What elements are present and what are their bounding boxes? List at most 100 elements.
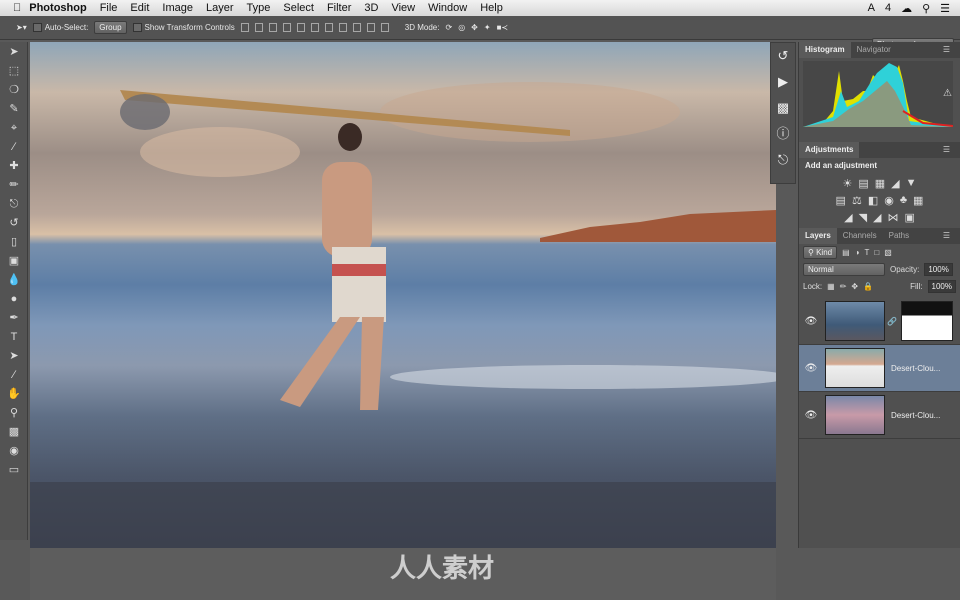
list-icon[interactable]: ☰ bbox=[940, 2, 950, 15]
exposure-icon[interactable]: ◢ bbox=[891, 177, 899, 190]
3d-roll-icon[interactable]: ◎ bbox=[458, 23, 465, 32]
filter-adjustment-icon[interactable]: ◑ bbox=[855, 248, 860, 257]
menu-file[interactable]: File bbox=[100, 2, 118, 14]
align-bottom-icon[interactable] bbox=[268, 23, 277, 32]
actions-play-icon[interactable]: ▶ bbox=[771, 69, 795, 95]
auto-select-checkbox[interactable]: Auto-Select: bbox=[32, 23, 88, 33]
layer-row[interactable]: 👁 Desert-Clou... bbox=[799, 392, 960, 439]
align-hcenter-icon[interactable] bbox=[296, 23, 305, 32]
eye-icon[interactable]: 👁 bbox=[799, 363, 823, 374]
align-right-icon[interactable] bbox=[310, 23, 319, 32]
gradient-tool-icon[interactable]: ▣ bbox=[4, 253, 24, 270]
filter-type-icon[interactable]: T bbox=[865, 248, 870, 257]
tab-navigator[interactable]: Navigator bbox=[851, 42, 897, 58]
menu-3d[interactable]: 3D bbox=[364, 2, 378, 14]
eye-icon[interactable]: 👁 bbox=[799, 410, 823, 421]
align-left-icon[interactable] bbox=[282, 23, 291, 32]
tab-adjustments[interactable]: Adjustments bbox=[799, 142, 860, 158]
selective-color-icon[interactable]: ⋈ bbox=[888, 211, 899, 224]
tab-layers[interactable]: Layers bbox=[799, 228, 837, 244]
menu-image[interactable]: Image bbox=[162, 2, 193, 14]
invert-icon[interactable]: ◢ bbox=[844, 211, 852, 224]
blend-mode-dropdown[interactable]: Normal bbox=[803, 263, 885, 276]
link-icon[interactable]: 🔗 bbox=[887, 317, 897, 326]
color-swatches-icon[interactable]: ▩ bbox=[4, 424, 24, 441]
panel-menu-icon[interactable]: ☰ bbox=[937, 42, 956, 58]
filter-smart-icon[interactable]: ▧ bbox=[884, 248, 892, 257]
history-brush-icon[interactable]: ↺ bbox=[4, 215, 24, 232]
menu-help[interactable]: Help bbox=[480, 2, 503, 14]
layer-name[interactable]: Desert-Clou... bbox=[891, 364, 940, 373]
properties-icon[interactable]: ▩ bbox=[771, 95, 795, 121]
quick-select-tool-icon[interactable]: ✎ bbox=[4, 101, 24, 118]
distribute-icon[interactable] bbox=[338, 23, 347, 32]
show-transform-checkbox[interactable]: Show Transform Controls bbox=[132, 23, 235, 33]
distribute-icon[interactable] bbox=[366, 23, 375, 32]
3d-slide-icon[interactable]: ✦ bbox=[484, 23, 491, 32]
apple-icon[interactable]:  bbox=[13, 2, 21, 14]
filter-shape-icon[interactable]: □ bbox=[874, 248, 879, 257]
marquee-tool-icon[interactable]: ⬚ bbox=[4, 63, 24, 80]
vibrance-icon[interactable]: ▼ bbox=[906, 177, 917, 190]
eyedropper-tool-icon[interactable]: ∕ bbox=[4, 139, 24, 156]
screen-mode-icon[interactable]: ▭ bbox=[4, 462, 24, 479]
menu-filter[interactable]: Filter bbox=[327, 2, 351, 14]
3d-pan-icon[interactable]: ✥ bbox=[471, 23, 478, 32]
menu-app[interactable]: Photoshop bbox=[29, 2, 86, 14]
pen-tool-icon[interactable]: ✒ bbox=[4, 310, 24, 327]
line-tool-icon[interactable]: ∕ bbox=[4, 367, 24, 384]
gradient-map-icon[interactable]: ▣ bbox=[905, 211, 915, 224]
threshold-icon[interactable]: ◢ bbox=[873, 211, 881, 224]
lock-pixels-icon[interactable]: ✏ bbox=[840, 282, 847, 291]
adobe-icon[interactable]: A bbox=[868, 2, 875, 15]
align-vcenter-icon[interactable] bbox=[254, 23, 263, 32]
warning-icon[interactable]: ⚠ bbox=[943, 88, 952, 99]
lock-position-icon[interactable]: ✥ bbox=[851, 282, 858, 291]
dodge-tool-icon[interactable]: ● bbox=[4, 291, 24, 308]
menu-select[interactable]: Select bbox=[283, 2, 314, 14]
document-canvas[interactable] bbox=[30, 42, 776, 548]
healing-tool-icon[interactable]: ✚ bbox=[4, 158, 24, 175]
eraser-tool-icon[interactable]: ▯ bbox=[4, 234, 24, 251]
menu-edit[interactable]: Edit bbox=[130, 2, 149, 14]
kind-filter-dropdown[interactable]: ⚲ Kind bbox=[803, 246, 838, 259]
hand-tool-icon[interactable]: ✋ bbox=[4, 386, 24, 403]
hue-saturation-icon[interactable]: ▤ bbox=[836, 194, 846, 207]
zoom-tool-icon[interactable]: ⚲ bbox=[4, 405, 24, 422]
opacity-input[interactable]: 100% bbox=[924, 263, 953, 276]
menu-window[interactable]: Window bbox=[428, 2, 467, 14]
layer-name[interactable]: Desert-Clou... bbox=[891, 411, 940, 420]
levels-icon[interactable]: ▤ bbox=[858, 177, 868, 190]
posterize-icon[interactable]: ◥ bbox=[859, 211, 867, 224]
3d-rotate-icon[interactable]: ⟳ bbox=[445, 23, 452, 32]
layer-mask-thumbnail[interactable] bbox=[900, 301, 953, 341]
move-tool-icon[interactable]: ➤ bbox=[4, 44, 24, 61]
menu-layer[interactable]: Layer bbox=[206, 2, 234, 14]
channel-mixer-icon[interactable]: ♣ bbox=[900, 194, 907, 207]
layer-row[interactable]: 👁 Desert-Clou... bbox=[799, 345, 960, 392]
history-icon[interactable]: ↺ bbox=[771, 43, 795, 69]
creative-cloud-icon[interactable]: ☁ bbox=[901, 2, 912, 15]
lock-all-icon[interactable]: 🔒 bbox=[863, 282, 873, 291]
auto-align-icon[interactable] bbox=[380, 23, 389, 32]
stamp-tool-icon[interactable]: ⎋ bbox=[4, 196, 24, 213]
menu-view[interactable]: View bbox=[391, 2, 415, 14]
eye-icon[interactable]: 👁 bbox=[799, 316, 823, 327]
clone-source-icon[interactable]: ⎋ bbox=[771, 147, 795, 173]
curves-icon[interactable]: ▦ bbox=[875, 177, 885, 190]
photo-filter-icon[interactable]: ◉ bbox=[884, 194, 894, 207]
align-top-icon[interactable] bbox=[240, 23, 249, 32]
brush-tool-icon[interactable]: ✏ bbox=[4, 177, 24, 194]
distribute-icon[interactable] bbox=[324, 23, 333, 32]
filter-pixel-icon[interactable]: ▤ bbox=[842, 248, 850, 257]
panel-menu-icon[interactable]: ☰ bbox=[937, 142, 956, 158]
menu-type[interactable]: Type bbox=[247, 2, 271, 14]
color-lookup-icon[interactable]: ▦ bbox=[913, 194, 923, 207]
panel-menu-icon[interactable]: ☰ bbox=[937, 228, 956, 244]
lock-transparent-icon[interactable]: ▦ bbox=[827, 282, 835, 291]
brightness-icon[interactable]: ☀ bbox=[842, 177, 852, 190]
crop-tool-icon[interactable]: ⌖ bbox=[4, 120, 24, 137]
tab-paths[interactable]: Paths bbox=[883, 228, 915, 244]
distribute-icon[interactable] bbox=[352, 23, 361, 32]
auto-select-dropdown[interactable]: Group bbox=[94, 21, 127, 34]
